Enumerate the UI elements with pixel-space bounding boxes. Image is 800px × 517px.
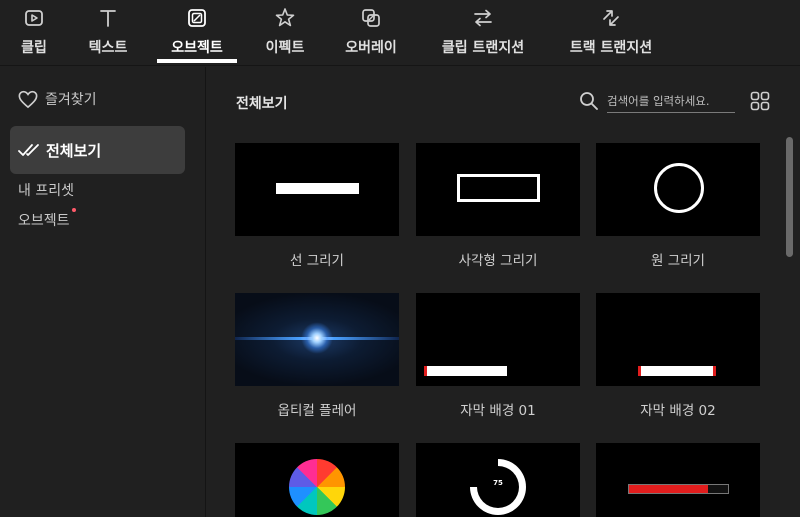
overlay-icon [362, 9, 380, 27]
object-card-label: 자막 배경 01 [460, 403, 536, 419]
rect-shape [457, 174, 540, 202]
thumbnail-subtitle-bg-02 [596, 293, 760, 386]
heart-icon [18, 90, 38, 109]
tab-clip[interactable]: 클립 [16, 0, 52, 66]
subtitle-bar-shape [424, 366, 507, 376]
tab-object[interactable]: 오브젝트 [157, 0, 237, 66]
object-card-circle[interactable]: 원 그리기 [596, 143, 760, 269]
tab-track-transition-label: 트랙 트랜지션 [569, 40, 653, 56]
active-tab-indicator [157, 59, 237, 63]
transition-icon [474, 9, 492, 27]
object-card-label: 자막 배경 02 [640, 403, 716, 419]
pie-shape [289, 459, 345, 515]
object-card-rect[interactable]: 사각형 그리기 [416, 143, 580, 269]
notification-dot [71, 208, 76, 212]
object-card-label: 선 그리기 [290, 253, 344, 269]
thumbnail-ring: 75 [416, 443, 580, 517]
search-icon[interactable] [579, 91, 599, 111]
progress-bar-fill [629, 485, 709, 493]
object-card-subtitle-bg-02[interactable]: 자막 배경 02 [596, 293, 760, 419]
thumbnail-flare [235, 293, 399, 386]
play-icon [25, 10, 43, 26]
tab-text-label: 텍스트 [88, 40, 128, 56]
text-icon [100, 10, 116, 27]
sidebar-item-objects[interactable]: 오브젝트 [18, 208, 76, 230]
sidebar-item-all-view-label: 전체보기 [46, 141, 102, 160]
object-card-line[interactable]: 선 그리기 [235, 143, 399, 269]
ring-progress [470, 459, 526, 515]
grid-view-icon[interactable] [750, 91, 770, 111]
object-card-progress-bar[interactable] [596, 443, 760, 517]
tab-bar: 클립 텍스트 오브젝트 이펙트 오버레이 클립 트랜지션 트랙 트랜지션 [0, 0, 800, 66]
track-transition-icon [603, 10, 619, 26]
sidebar-item-favorites-label: 즐겨찾기 [45, 92, 97, 108]
sidebar-item-my-presets-label: 내 프리셋 [18, 183, 74, 199]
search-box [579, 91, 736, 113]
circle-shape [654, 163, 704, 213]
tab-text[interactable]: 텍스트 [86, 0, 130, 66]
thumbnail-progress-bar [596, 443, 760, 517]
sidebar-item-all-view[interactable]: 전체보기 [10, 126, 185, 174]
object-card-pie[interactable] [235, 443, 399, 517]
thumbnail-circle [596, 143, 760, 236]
tab-clip-label: 클립 [21, 40, 47, 56]
line-shape [276, 183, 359, 194]
sidebar-item-objects-label: 오브젝트 [18, 213, 70, 229]
search-input[interactable] [607, 91, 735, 113]
tab-overlay-label: 오버레이 [345, 40, 397, 56]
tab-object-label: 오브젝트 [171, 40, 223, 56]
main-panel: 전체보기 선 그리기 사각형 그리기 원 그리기 [207, 67, 800, 517]
object-card-ring[interactable]: 75 [416, 443, 580, 517]
sidebar-item-favorites[interactable]: 즐겨찾기 [17, 89, 97, 109]
tab-track-transition[interactable]: 트랙 트랜지션 [563, 0, 659, 66]
sidebar-item-my-presets[interactable]: 내 프리셋 [18, 180, 74, 200]
subtitle-bar-shape [638, 366, 716, 376]
page-title: 전체보기 [236, 96, 288, 112]
tab-clip-transition-label: 클립 트랜지션 [441, 40, 525, 56]
thumbnail-subtitle-bg-01 [416, 293, 580, 386]
object-card-label: 사각형 그리기 [458, 253, 538, 269]
object-card-subtitle-bg-01[interactable]: 자막 배경 01 [416, 293, 580, 419]
sidebar: 즐겨찾기 전체보기 내 프리셋 오브젝트 [0, 67, 206, 517]
tab-effect[interactable]: 이펙트 [262, 0, 308, 66]
object-card-label: 원 그리기 [651, 253, 705, 269]
scrollbar[interactable] [786, 137, 793, 257]
tab-clip-transition[interactable]: 클립 트랜지션 [434, 0, 532, 66]
thumbnail-line [235, 143, 399, 236]
ring-value: 75 [493, 479, 503, 487]
double-check-icon [18, 144, 39, 156]
thumbnail-pie [235, 443, 399, 517]
flare-glow [301, 322, 333, 354]
object-card-optical-flare[interactable]: 옵티컬 플레어 [235, 293, 399, 419]
object-icon [188, 9, 206, 27]
object-card-label: 옵티컬 플레어 [277, 403, 357, 419]
effect-icon [275, 8, 295, 27]
tab-effect-label: 이펙트 [265, 40, 305, 56]
progress-bar-track [628, 484, 729, 494]
thumbnail-rect [416, 143, 580, 236]
tab-overlay[interactable]: 오버레이 [340, 0, 402, 66]
